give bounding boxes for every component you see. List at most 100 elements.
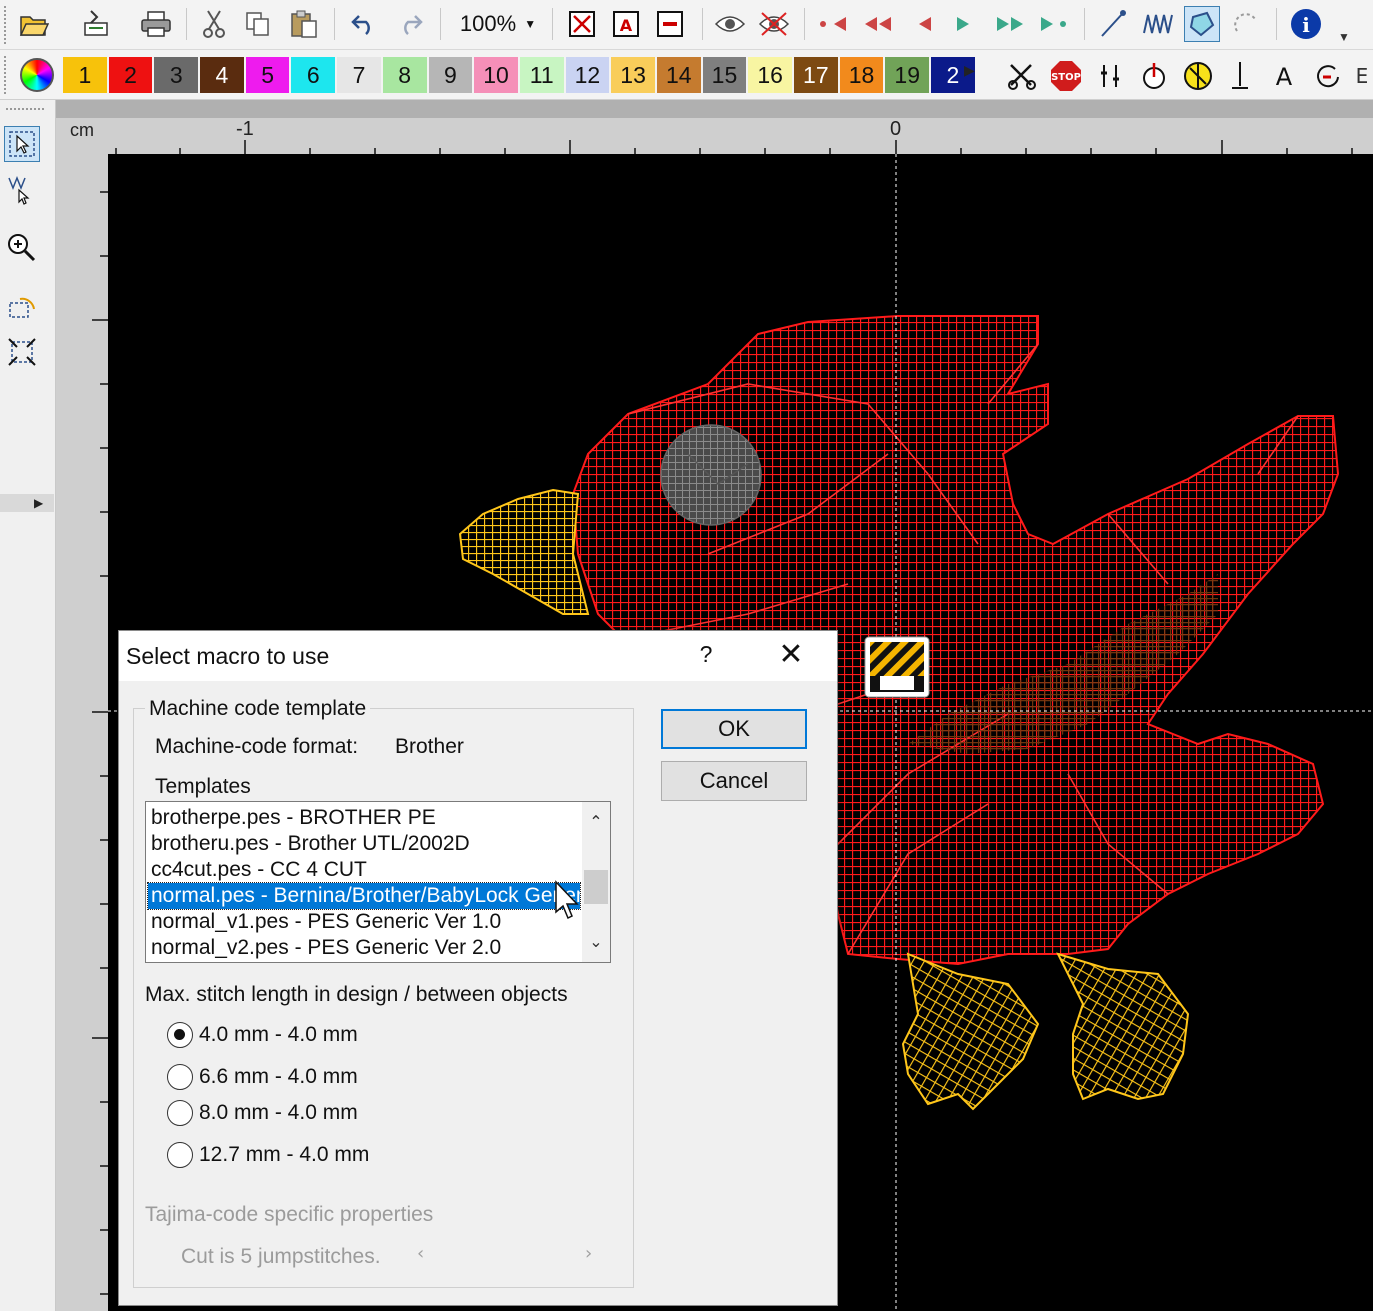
color-swatch[interactable]: 16: [747, 56, 793, 94]
color-swatch[interactable]: 2: [107, 56, 154, 94]
color-swatch[interactable]: 7: [336, 56, 382, 94]
needle-stop-icon[interactable]: [1136, 58, 1172, 94]
select-object-icon[interactable]: [564, 6, 600, 42]
scroll-thumb[interactable]: [584, 870, 608, 904]
cancel-button[interactable]: Cancel: [661, 761, 807, 801]
color-swatch[interactable]: 15: [701, 56, 748, 94]
stitch-length-radio[interactable]: 8.0 mm - 4.0 mm: [167, 1099, 358, 1127]
fill-tool-icon[interactable]: [1184, 6, 1220, 42]
copy-icon[interactable]: [240, 6, 276, 42]
select-pointer-icon[interactable]: [4, 126, 40, 162]
templates-scrollbar[interactable]: ⌃ ⌄: [582, 802, 610, 962]
ruler-label-minus-one: -1: [236, 118, 254, 140]
color-change-icon[interactable]: [1180, 58, 1216, 94]
previous-stitch-icon[interactable]: [906, 6, 942, 42]
undo-icon[interactable]: [346, 6, 382, 42]
radio-circle[interactable]: [167, 1064, 193, 1090]
next-stitch-icon[interactable]: [946, 6, 982, 42]
previous-color-icon[interactable]: [860, 6, 896, 42]
color-swatch[interactable]: 14: [655, 56, 702, 94]
template-list-item[interactable]: brotheru.pes - Brother UTL/2002D: [148, 831, 580, 857]
resize-icon[interactable]: [4, 334, 40, 370]
hide-preview-icon[interactable]: [756, 6, 792, 42]
template-list-item[interactable]: brotherpe.pes - BROTHER PE: [148, 805, 580, 831]
color-wheel-icon[interactable]: [20, 58, 54, 92]
color-swatch[interactable]: 6: [290, 56, 337, 94]
template-list-item[interactable]: normal_v2.pes - PES Generic Ver 2.0: [148, 935, 580, 961]
ok-button[interactable]: OK: [661, 709, 807, 749]
text-icon[interactable]: A: [1266, 58, 1302, 94]
node-edit-icon[interactable]: [4, 172, 40, 208]
line-tool-icon[interactable]: [1096, 6, 1132, 42]
color-swatch[interactable]: 8: [381, 56, 428, 94]
color-swatch[interactable]: 10: [473, 56, 519, 94]
expand-arrow-icon[interactable]: ▶: [34, 496, 43, 510]
group-title: Machine code template: [145, 697, 371, 721]
needle-icon[interactable]: [1222, 58, 1258, 94]
rotate-icon[interactable]: [4, 290, 40, 326]
stop-sign-marker-icon[interactable]: [864, 636, 930, 698]
select-text-icon[interactable]: A: [608, 6, 644, 42]
color-swatch[interactable]: 4: [199, 56, 245, 94]
left-toolbar-grip[interactable]: [6, 108, 44, 112]
template-list-item[interactable]: normal.pes - Bernina/Brother/BabyLock Ge…: [147, 882, 581, 910]
info-icon[interactable]: i: [1288, 6, 1324, 42]
last-stitch-icon[interactable]: [1036, 6, 1072, 42]
select-line-icon[interactable]: [652, 6, 688, 42]
palette-grip[interactable]: [4, 56, 8, 94]
first-stitch-icon[interactable]: [816, 6, 852, 42]
chevron-left-icon[interactable]: ‹: [417, 1243, 424, 1264]
radio-circle[interactable]: [167, 1022, 193, 1048]
close-icon[interactable]: ✕: [771, 637, 811, 673]
radio-circle[interactable]: [167, 1142, 193, 1168]
cut-spinner[interactable]: ‹ ›: [409, 1241, 613, 1271]
left-toolbar: ▶: [0, 100, 56, 1311]
zoom-dropdown[interactable]: 100% ▼: [452, 8, 544, 40]
toolbar-grip[interactable]: [4, 6, 8, 44]
color-swatch[interactable]: 17: [793, 56, 839, 94]
color-swatch[interactable]: 9: [427, 56, 474, 94]
color-swatch[interactable]: 19: [884, 56, 931, 94]
paste-icon[interactable]: [286, 6, 322, 42]
template-list-item[interactable]: normal_v1.pes - PES Generic Ver 1.0: [148, 909, 580, 935]
dialog-titlebar[interactable]: Select macro to use ? ✕: [119, 631, 837, 681]
templates-listbox[interactable]: ⌃ ⌄ brotherpe.pes - BROTHER PE brotheru.p…: [145, 801, 611, 963]
zoom-icon[interactable]: [4, 230, 40, 266]
stitch-length-radio[interactable]: 6.6 mm - 4.0 mm: [167, 1063, 358, 1091]
toolbar-overflow-icon[interactable]: ▼: [1338, 30, 1350, 44]
running-stitch-icon[interactable]: [1228, 6, 1264, 42]
open-icon[interactable]: [16, 6, 52, 42]
ruler-unit-label: cm: [70, 120, 94, 140]
cut-icon[interactable]: [196, 6, 232, 42]
scissors-icon[interactable]: [1004, 58, 1040, 94]
cut-jumpstitches-label: Cut is 5 jumpstitches.: [181, 1245, 381, 1268]
zoom-value: 100%: [459, 11, 517, 36]
reset-icon[interactable]: [1310, 58, 1346, 94]
chevron-right-icon[interactable]: ›: [585, 1243, 592, 1264]
stitch-length-radio[interactable]: 12.7 mm - 4.0 mm: [167, 1141, 369, 1169]
palette-scroll-right-icon[interactable]: ▶: [964, 62, 975, 79]
svg-text:STOP: STOP: [1051, 72, 1081, 83]
scroll-up-icon[interactable]: ⌃: [582, 808, 610, 836]
color-swatch[interactable]: 5: [244, 56, 291, 94]
trim-icon[interactable]: [1092, 58, 1128, 94]
color-swatch[interactable]: 11: [518, 56, 565, 94]
next-color-icon[interactable]: [992, 6, 1028, 42]
color-swatch[interactable]: 3: [153, 56, 200, 94]
color-swatch[interactable]: 13: [610, 56, 656, 94]
color-swatch[interactable]: 18: [838, 56, 885, 94]
color-swatch[interactable]: 1: [62, 56, 108, 94]
preview-icon[interactable]: [712, 6, 748, 42]
stop-icon[interactable]: STOP: [1048, 58, 1084, 94]
templates-label: Templates: [155, 775, 251, 798]
column-tool-icon[interactable]: [1140, 6, 1176, 42]
template-list-item[interactable]: cc4cut.pes - CC 4 CUT: [148, 857, 580, 883]
print-icon[interactable]: [138, 6, 174, 42]
redo-icon[interactable]: [392, 6, 428, 42]
help-button[interactable]: ?: [691, 641, 721, 671]
color-swatch[interactable]: 12: [564, 56, 611, 94]
import-icon[interactable]: [78, 6, 114, 42]
radio-circle[interactable]: [167, 1100, 193, 1126]
stitch-length-radio[interactable]: 4.0 mm - 4.0 mm: [167, 1021, 358, 1049]
scroll-down-icon[interactable]: ⌄: [582, 928, 610, 956]
